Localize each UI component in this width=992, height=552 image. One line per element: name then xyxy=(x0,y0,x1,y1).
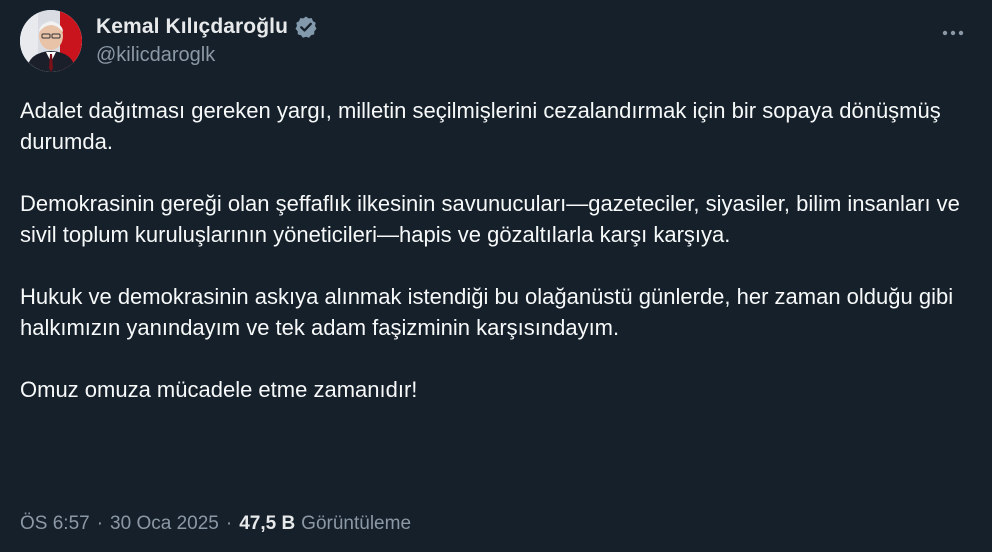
meta-separator: · xyxy=(225,513,233,534)
verified-badge-icon[interactable] xyxy=(294,15,318,39)
tweet-meta: ÖS 6:57 · 30 Oca 2025 · 47,5 B Görüntüle… xyxy=(20,513,411,535)
meta-separator: · xyxy=(96,513,104,534)
tweet-paragraph: Demokrasinin gereği olan şeffaflık ilkes… xyxy=(20,191,960,247)
avatar[interactable] xyxy=(20,10,82,72)
display-name[interactable]: Kemal Kılıçdaroğlu xyxy=(96,15,288,39)
tweet-paragraph: Adalet dağıtması gereken yargı, milletin… xyxy=(20,98,941,154)
tweet-text: Adalet dağıtması gereken yargı, milletin… xyxy=(20,95,980,405)
author-names: Kemal Kılıçdaroğlu @kilicdaroglk xyxy=(96,14,318,67)
tweet-date[interactable]: 30 Oca 2025 xyxy=(110,513,219,535)
display-name-row: Kemal Kılıçdaroğlu xyxy=(96,14,318,40)
tweet-paragraph: Hukuk ve demokrasinin askıya alınmak ist… xyxy=(20,284,954,340)
tweet-time[interactable]: ÖS 6:57 xyxy=(20,513,90,535)
more-horizontal-icon[interactable] xyxy=(938,18,968,48)
tweet-paragraph: Omuz omuza mücadele etme zamanıdır! xyxy=(20,377,418,402)
author-handle[interactable]: @kilicdaroglk xyxy=(96,44,318,67)
views-count[interactable]: 47,5 B xyxy=(239,513,295,535)
views-label[interactable]: Görüntüleme xyxy=(301,513,411,535)
tweet-header: Kemal Kılıçdaroğlu @kilicdaroglk xyxy=(20,10,972,74)
tweet: Kemal Kılıçdaroğlu @kilicdaroglk Adalet … xyxy=(0,0,992,552)
